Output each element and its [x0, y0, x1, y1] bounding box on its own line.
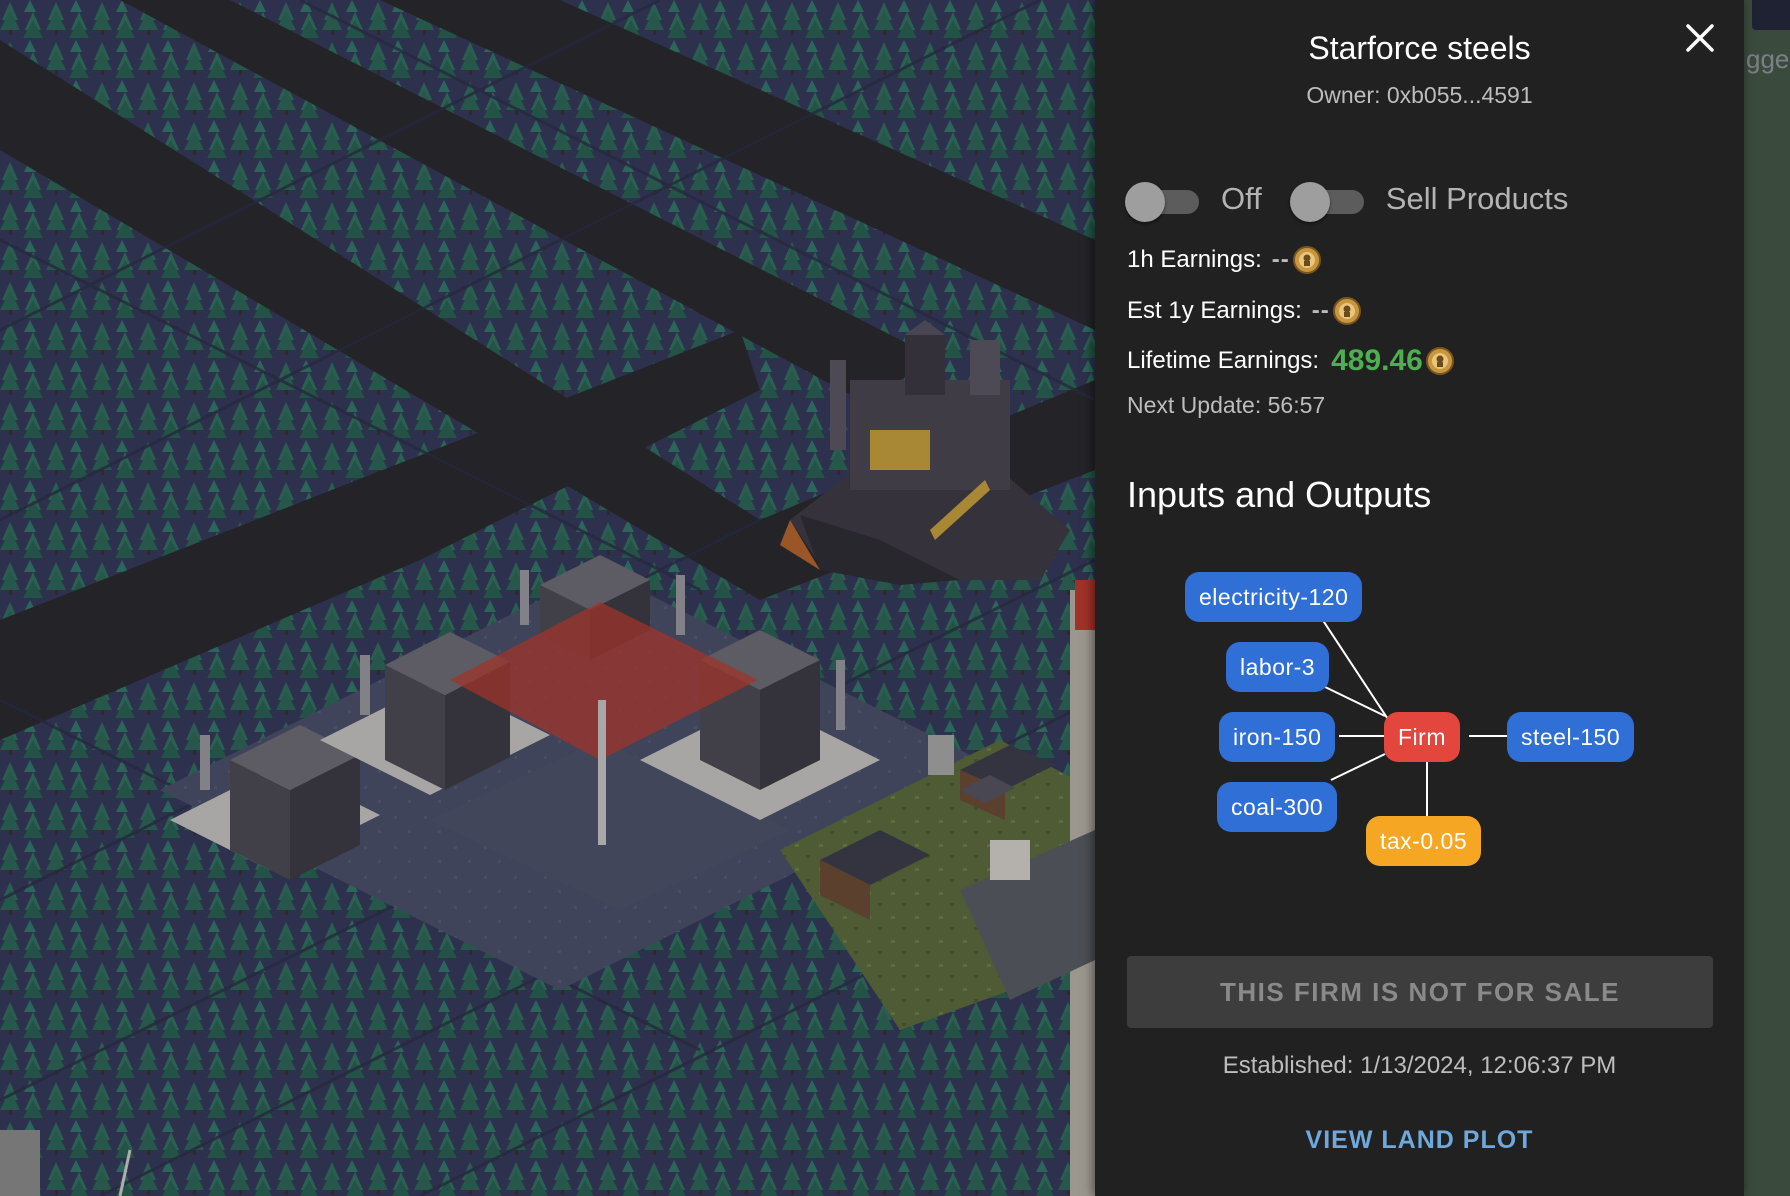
- coin-icon: [1292, 246, 1321, 274]
- lifetime-earnings-label: Lifetime Earnings:: [1127, 347, 1320, 374]
- lifetime-earnings-row: Lifetime Earnings: 489.46: [1127, 341, 1455, 381]
- lifetime-earnings-value: 489.46: [1331, 344, 1423, 377]
- toggle-thumb: [1125, 182, 1165, 222]
- coin-icon: [1425, 347, 1454, 375]
- coin-icon: [1332, 297, 1361, 325]
- not-for-sale-button[interactable]: THIS FIRM IS NOT FOR SALE: [1127, 956, 1713, 1028]
- toggle-row: Off Sell Products: [1125, 174, 1596, 224]
- node-iron[interactable]: iron-150: [1219, 712, 1336, 762]
- next-update: Next Update: 56:57: [1127, 392, 1326, 418]
- node-tax[interactable]: tax-0.05: [1366, 816, 1482, 866]
- map-canvas[interactable]: [0, 0, 1095, 1196]
- hour-earnings-value: --: [1271, 246, 1290, 273]
- year-earnings-label: Est 1y Earnings:: [1127, 297, 1302, 324]
- edge-text: gge: [1746, 44, 1790, 74]
- node-labor[interactable]: labor-3: [1226, 642, 1330, 692]
- year-earnings-value: --: [1311, 297, 1330, 324]
- io-heading: Inputs and Outputs: [1127, 474, 1432, 515]
- power-toggle[interactable]: [1125, 179, 1201, 222]
- node-electricity[interactable]: electricity-120: [1185, 572, 1363, 622]
- io-graph: electricity-120 labor-3 iron-150 coal-30…: [1095, 540, 1744, 880]
- power-toggle-label: Off: [1221, 181, 1262, 216]
- view-land-plot-link[interactable]: VIEW LAND PLOT: [1095, 1126, 1744, 1155]
- game-map[interactable]: [0, 0, 1095, 1196]
- node-firm[interactable]: Firm: [1384, 712, 1460, 762]
- edge-tab: [1752, 0, 1790, 30]
- toggle-thumb: [1289, 182, 1330, 222]
- node-coal[interactable]: coal-300: [1217, 782, 1338, 832]
- year-earnings-row: Est 1y Earnings: --: [1127, 291, 1362, 331]
- firm-owner: Owner: 0xb055...4591: [1306, 82, 1533, 108]
- node-steel[interactable]: steel-150: [1507, 712, 1635, 762]
- sell-products-label: Sell Products: [1385, 181, 1569, 216]
- firm-details-panel: Starforce steels Owner: 0xb055...4591 Of…: [1095, 0, 1744, 1196]
- edge-coal: [1330, 753, 1386, 781]
- hour-earnings-label: 1h Earnings:: [1127, 246, 1262, 273]
- sell-products-toggle[interactable]: [1289, 179, 1366, 222]
- firm-title: Starforce steels: [1308, 30, 1531, 66]
- background-right-strip: gge: [1744, 0, 1790, 1196]
- hour-earnings-row: 1h Earnings: --: [1127, 240, 1322, 280]
- established-date: Established: 1/13/2024, 12:06:37 PM: [1222, 1052, 1617, 1079]
